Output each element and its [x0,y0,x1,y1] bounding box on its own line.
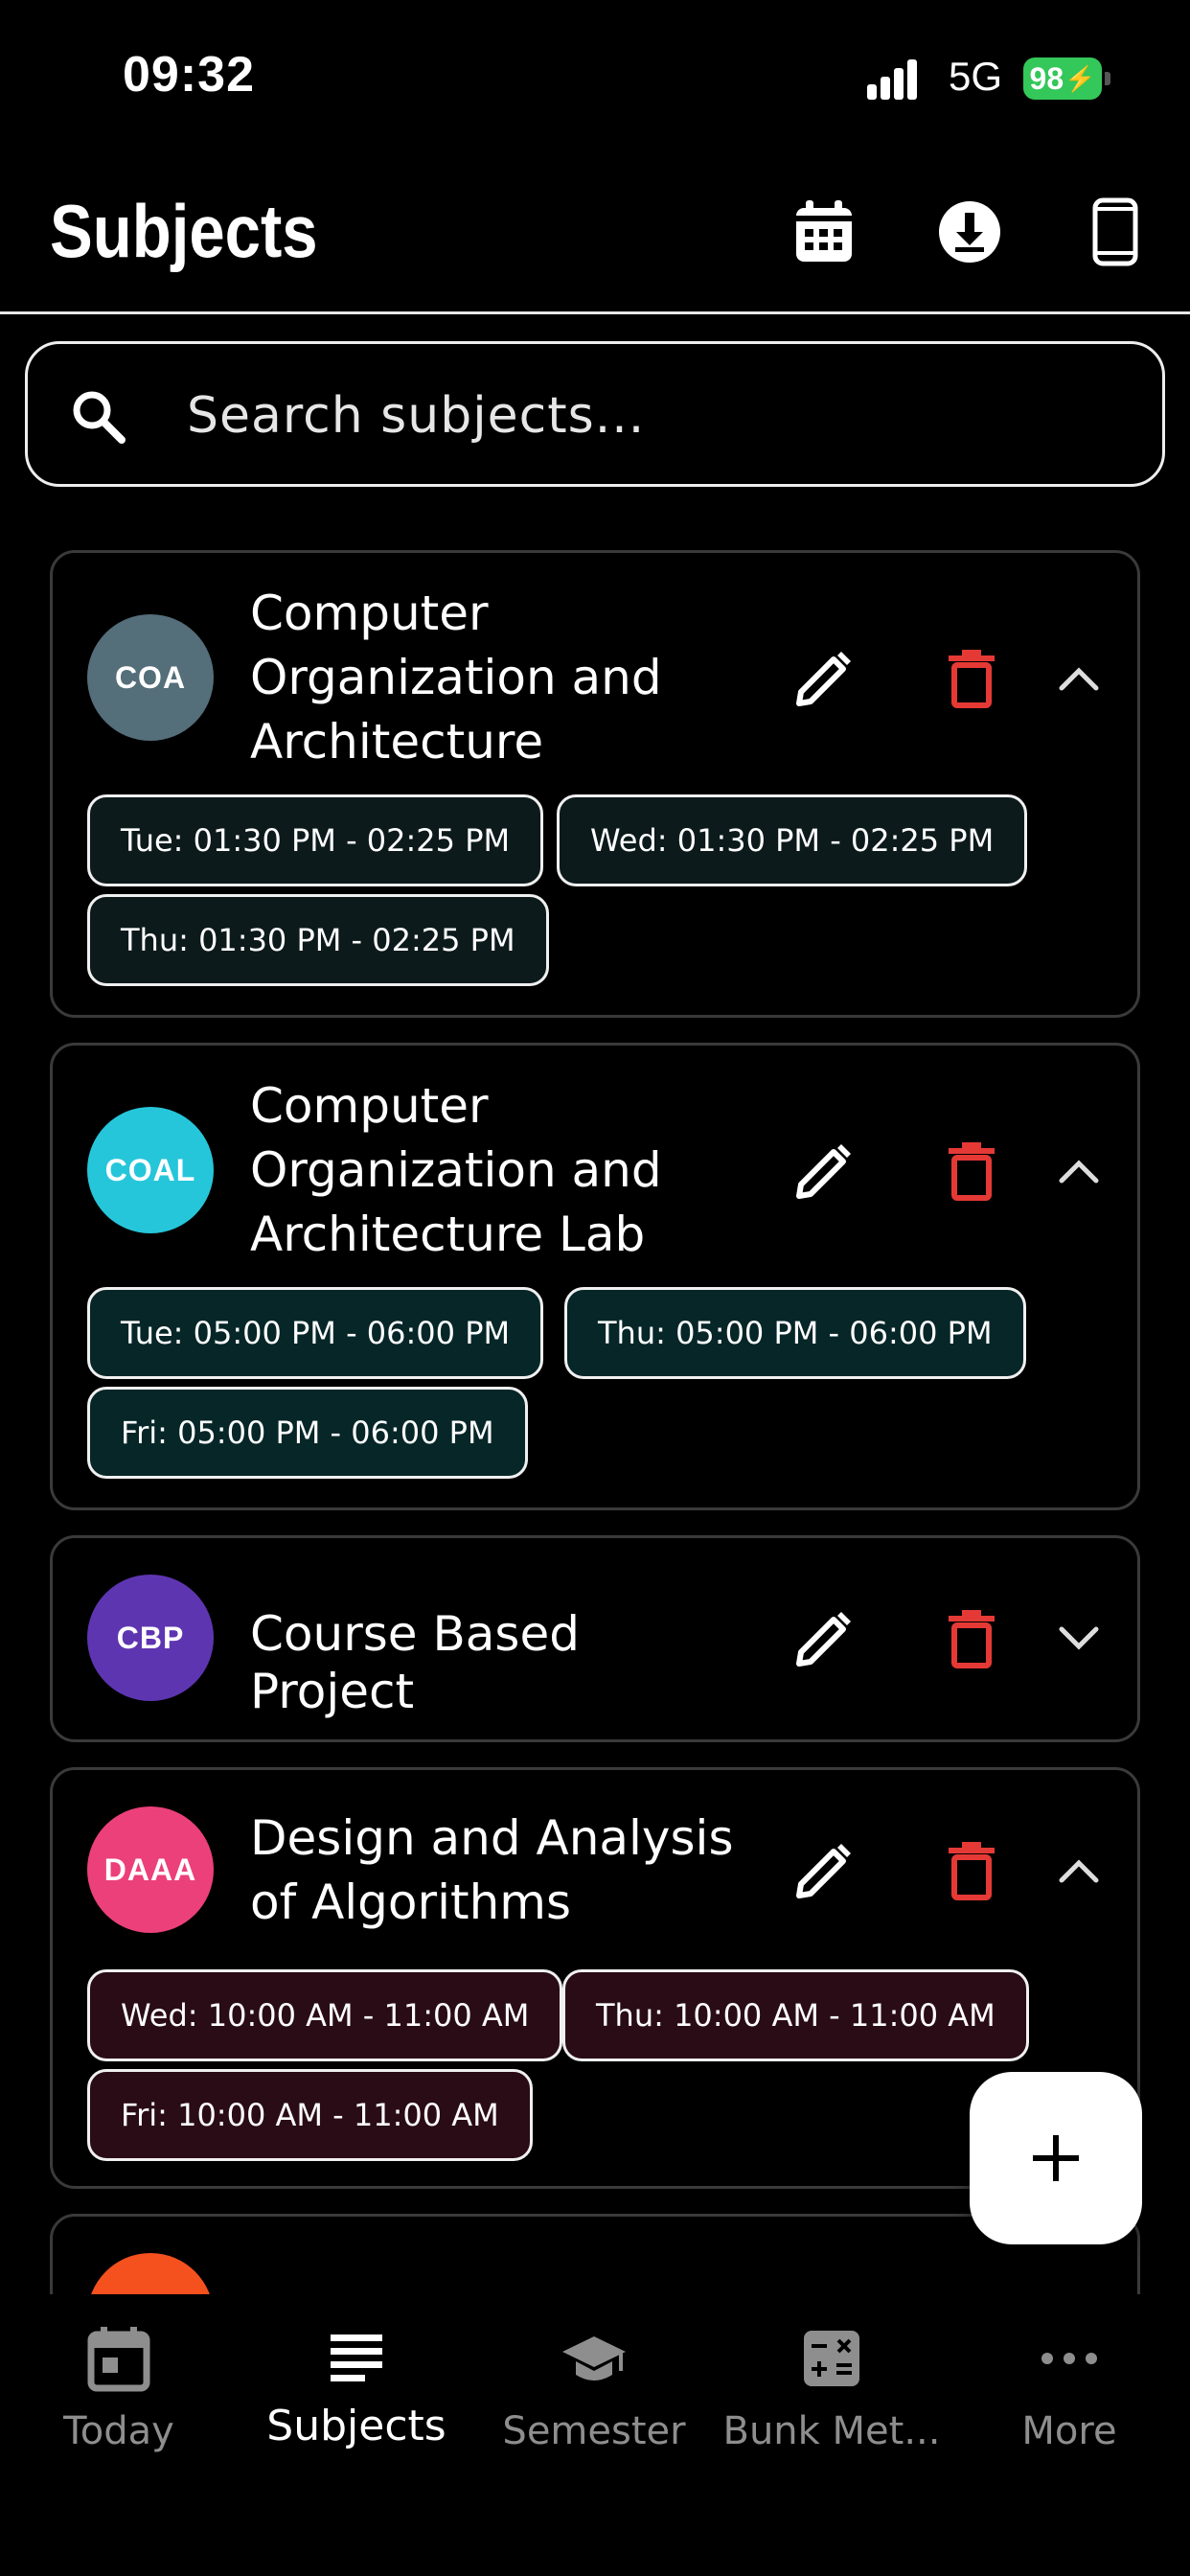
calendar-icon [796,200,852,262]
collapse-button[interactable] [1036,1128,1122,1214]
schedule-chips: Tue: 01:30 PM - 02:25 PM Wed: 01:30 PM -… [87,794,1103,986]
chevron-up-icon [1059,667,1099,691]
subject-avatar: DAAA [87,1806,214,1933]
nav-label: More [1021,2409,1117,2453]
download-button[interactable] [931,194,1008,270]
subject-card[interactable]: CBP Course Based Project [50,1535,1140,1742]
schedule-chip[interactable]: Tue: 01:30 PM - 02:25 PM [87,794,544,886]
expand-button[interactable] [1036,1596,1122,1682]
subject-avatar [87,2253,214,2294]
nav-item-subjects[interactable]: Subjects [238,2317,475,2461]
subject-list: COA Computer Organization and Architectu… [50,550,1140,2294]
schedule-chips: Tue: 05:00 PM - 06:00 PM Thu: 05:00 PM -… [87,1287,1103,1479]
delete-button[interactable] [928,1596,1015,1682]
pencil-icon [796,652,851,706]
nav-label: Semester [502,2409,686,2453]
app-header: Subjects [0,153,1190,314]
subject-card[interactable]: COAL Computer Organization and Architect… [50,1043,1140,1510]
subject-name: Course Based Project [250,1606,580,1719]
phone-icon [1092,197,1138,266]
trash-icon [949,1142,995,1201]
chevron-up-icon [1059,1160,1099,1184]
subject-avatar: COAL [87,1107,214,1233]
calendar-today-icon [87,2327,150,2392]
pencil-icon [796,1144,851,1199]
subject-avatar: COA [87,614,214,741]
schedule-chip[interactable]: Fri: 05:00 PM - 06:00 PM [87,1387,528,1479]
edit-button[interactable] [781,1128,867,1214]
subject-card[interactable]: COA Computer Organization and Architectu… [50,550,1140,1018]
nav-label: Subjects [266,2402,446,2450]
edit-button[interactable] [781,1828,867,1914]
schedule-chips: Wed: 10:00 AM - 11:00 AM Thu: 10:00 AM -… [87,1969,1103,2161]
pencil-icon [796,1612,851,1667]
schedule-chip[interactable]: Wed: 01:30 PM - 02:25 PM [557,794,1028,886]
status-time: 09:32 [123,47,255,103]
nav-item-more[interactable]: More [950,2317,1188,2461]
nav-item-semester[interactable]: Semester [475,2317,713,2461]
trash-icon [949,1842,995,1900]
edit-button[interactable] [781,635,867,722]
search-icon [73,391,126,444]
download-icon [939,201,1000,263]
status-bar: 09:32 5G 98 ⚡ [0,0,1190,153]
page-title: Subjects [50,189,318,273]
chevron-up-icon [1059,1859,1099,1883]
calendar-button[interactable] [786,194,862,270]
device-button[interactable] [1077,194,1154,270]
more-dots-icon [1041,2353,1097,2364]
search-bar[interactable] [25,341,1165,487]
schedule-chip[interactable]: Thu: 05:00 PM - 06:00 PM [564,1287,1026,1379]
battery-icon: 98 ⚡ [1023,58,1111,100]
delete-button[interactable] [928,1128,1015,1214]
nav-item-bunk-meter[interactable]: Bunk Met... [713,2317,950,2461]
list-icon [331,2334,382,2381]
edit-button[interactable] [781,1596,867,1682]
schedule-chip[interactable]: Wed: 10:00 AM - 11:00 AM [87,1969,563,2061]
schedule-chip[interactable]: Fri: 10:00 AM - 11:00 AM [87,2069,533,2161]
cellular-signal-icon [867,59,917,100]
schedule-chip[interactable]: Thu: 01:30 PM - 02:25 PM [87,894,549,986]
chevron-down-icon [1059,1626,1099,1650]
subject-name: Computer Organization and Architecture L… [250,1078,662,1262]
collapse-button[interactable] [1036,1828,1122,1914]
nav-label: Bunk Met... [722,2409,941,2453]
graduation-cap-icon [562,2336,626,2380]
trash-icon [949,650,995,708]
bottom-navigation: Today Subjects Semester Bunk Met... More [0,2294,1190,2576]
nav-item-today[interactable]: Today [0,2317,238,2461]
nav-label: Today [63,2409,174,2453]
pencil-icon [796,1844,851,1898]
add-subject-button[interactable] [970,2072,1142,2244]
schedule-chip[interactable]: Thu: 10:00 AM - 11:00 AM [562,1969,1029,2061]
delete-button[interactable] [928,1828,1015,1914]
delete-button[interactable] [928,635,1015,722]
collapse-button[interactable] [1036,635,1122,722]
trash-icon [949,1610,995,1668]
subject-name: Computer Organization and Architecture [250,586,662,770]
search-input[interactable] [187,375,1126,457]
calculator-icon [804,2331,859,2386]
network-type: 5G [949,54,1003,99]
subject-name: Design and Analysis of Algorithms [250,1810,734,1930]
battery-level: 98 [1029,60,1064,96]
subject-avatar: CBP [87,1575,214,1701]
schedule-chip[interactable]: Tue: 05:00 PM - 06:00 PM [87,1287,544,1379]
plus-icon [1033,2135,1079,2181]
